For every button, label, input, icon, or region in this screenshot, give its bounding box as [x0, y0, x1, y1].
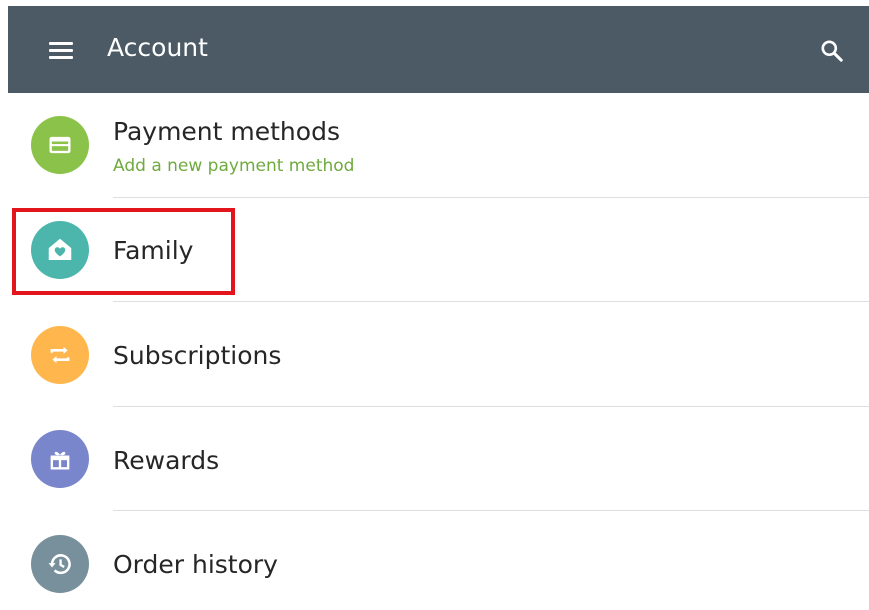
history-icon [48, 554, 71, 575]
app-toolbar: Account [8, 6, 869, 93]
search-icon [821, 40, 843, 62]
rewards-icon-circle [31, 430, 89, 488]
menu-item-label: Payment methods [113, 117, 340, 146]
menu-item-label: Subscriptions [113, 341, 282, 370]
menu-item-label: Rewards [113, 446, 220, 475]
menu-item-label: Order history [113, 550, 278, 579]
search-button[interactable] [812, 31, 852, 71]
menu-icon [49, 42, 73, 59]
menu-item-rewards[interactable]: Rewards [0, 407, 869, 511]
menu-button[interactable] [38, 32, 84, 68]
menu-item-sublabel: Add a new payment method [113, 156, 355, 176]
subscriptions-icon-circle [31, 326, 89, 384]
payment-methods-icon-circle [31, 116, 89, 174]
menu-item-subscriptions[interactable]: Subscriptions [0, 302, 869, 406]
menu-item-payment-methods[interactable]: Payment methods Add a new payment method [0, 93, 869, 197]
menu-item-order-history[interactable]: Order history [0, 511, 869, 610]
highlight-box [12, 208, 235, 295]
page-title: Account [107, 33, 208, 62]
gift-icon [50, 451, 70, 470]
order-history-icon-circle [31, 535, 89, 593]
credit-card-icon [49, 136, 71, 154]
repeat-icon [50, 346, 70, 364]
